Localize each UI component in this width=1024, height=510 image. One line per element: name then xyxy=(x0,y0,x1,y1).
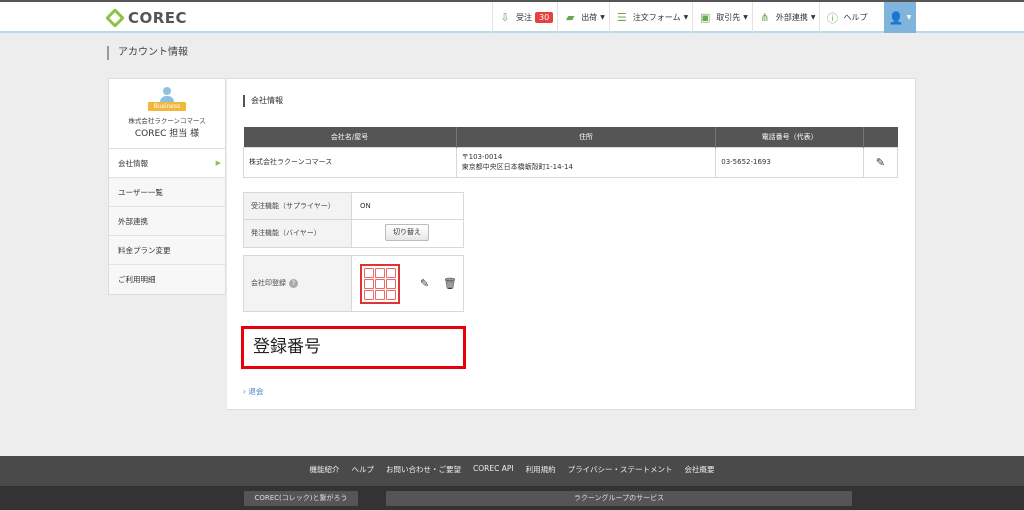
footer-link-terms[interactable]: 利用規約 xyxy=(526,464,556,475)
buyer-value: 切り替え xyxy=(352,220,463,247)
seal-label: 会社印登録? xyxy=(244,256,352,311)
footer-link-company[interactable]: 会社概要 xyxy=(684,464,714,475)
nav-label: 出荷 xyxy=(581,13,598,22)
business-tag: Business xyxy=(147,102,187,111)
sidebar-item-user-list[interactable]: ユーザー一覧 xyxy=(109,178,225,207)
sidebar-item-label: ご利用明細 xyxy=(118,275,156,284)
edit-cell: ✎ xyxy=(863,146,898,178)
nav-label: 取引先 xyxy=(716,13,741,22)
arrow-right-icon: ▶ xyxy=(215,159,221,167)
supplier-status: ON xyxy=(360,202,371,210)
chevron-down-icon: ▼ xyxy=(600,14,605,21)
footer-link-features[interactable]: 機能紹介 xyxy=(310,464,340,475)
footer-link-help[interactable]: ヘルプ xyxy=(352,464,375,475)
function-settings-table: 受注機能（サプライヤー） ON 発注機能（バイヤー） 切り替え xyxy=(243,192,464,248)
footer-link-api[interactable]: COREC API xyxy=(473,464,514,475)
edit-pencil-icon[interactable]: ✎ xyxy=(876,156,885,169)
sidebar-item-label: 料金プラン変更 xyxy=(118,246,171,255)
company-seal-image xyxy=(360,264,400,304)
nav-shipping[interactable]: ▰ 出荷 ▼ xyxy=(557,2,609,33)
withdraw-link[interactable]: › 退会 xyxy=(243,386,263,397)
logo-mark-icon xyxy=(105,8,125,28)
nav-help[interactable]: ⓘ ヘルプ xyxy=(819,2,871,33)
function-row-buyer: 発注機能（バイヤー） 切り替え xyxy=(244,220,463,247)
withdraw-label: 退会 xyxy=(248,387,264,396)
company-seal-table: 会社印登録? ✎ 🗑 xyxy=(243,255,464,312)
seal-area: ✎ 🗑 xyxy=(352,256,463,311)
section-title: 会社情報 xyxy=(243,95,283,107)
company-name-cell: 株式会社ラクーンコマース xyxy=(243,146,457,178)
footer-link-contact[interactable]: お問い合わせ・ご要望 xyxy=(386,464,461,475)
col-header-name: 会社名/屋号 xyxy=(243,127,457,147)
footer-links: 機能紹介 ヘルプ お問い合わせ・ご要望 COREC API 利用規約 プライバシ… xyxy=(0,464,1024,475)
avatar-icon xyxy=(159,87,175,102)
footer-group-services-button[interactable]: ラクーングループのサービス xyxy=(386,491,852,506)
receive-order-icon: ⇩ xyxy=(500,11,510,24)
user-icon: 👤 xyxy=(888,10,904,25)
help-icon: ⓘ xyxy=(826,11,838,25)
nav-external[interactable]: ⋔ 外部連携 ▼ xyxy=(751,2,820,33)
footer-link-privacy[interactable]: プライバシー・ステートメント xyxy=(568,464,673,475)
table-row: 株式会社ラクーンコマース 〒103-0014 東京都中央区日本橋蛎殻町1-14-… xyxy=(243,146,898,178)
chevron-down-icon: ▼ xyxy=(683,14,689,21)
function-label: 受注機能（サプライヤー） xyxy=(244,193,352,219)
order-form-icon: ☰ xyxy=(616,11,627,24)
address-text: 東京都中央区日本橋蛎殻町1-14-14 xyxy=(461,163,573,171)
chevron-right-icon: › xyxy=(243,387,246,396)
col-header-address: 住所 xyxy=(456,127,717,147)
sidebar-item-plan-change[interactable]: 料金プラン変更 xyxy=(109,236,225,265)
switch-button[interactable]: 切り替え xyxy=(385,224,429,241)
global-nav: ⇩ 受注 30 ▰ 出荷 ▼ ☰ 注文フォーム ▼ ▣ 取引先 ▼ ⋔ 外部連携… xyxy=(492,2,871,33)
order-count-badge: 30 xyxy=(535,12,554,23)
nav-label: 外部連携 xyxy=(775,13,808,22)
col-header-edit xyxy=(863,127,898,147)
chevron-down-icon: ▼ xyxy=(743,14,748,21)
network-icon: ⋔ xyxy=(760,11,770,24)
user-menu-button[interactable]: 👤 ▼ xyxy=(884,2,916,33)
col-header-phone: 電話番号（代表） xyxy=(715,127,865,147)
sidebar-item-company-info[interactable]: 会社情報 ▶ xyxy=(109,149,225,178)
function-row-supplier: 受注機能（サプライヤー） ON xyxy=(244,193,463,220)
logo-text: COREC xyxy=(128,9,188,27)
footer-connect-button[interactable]: COREC(コレック)と繋がろう xyxy=(244,491,358,506)
nav-label: ヘルプ xyxy=(843,13,868,22)
sidebar-item-external[interactable]: 外部連携 xyxy=(109,207,225,236)
sidebar-item-label: 会社情報 xyxy=(118,159,148,168)
company-table: 会社名/屋号 住所 電話番号（代表） 株式会社ラクーンコマース 〒103-001… xyxy=(243,127,898,178)
chevron-down-icon: ▼ xyxy=(810,14,816,21)
chevron-down-icon: ▼ xyxy=(906,14,912,21)
phone-cell: 03-5652-1693 xyxy=(715,146,865,178)
corec-logo[interactable]: COREC xyxy=(105,8,188,28)
page-title: アカウント情報 xyxy=(107,46,188,60)
profile-card: Business 株式会社ラクーンコマース COREC 担当 様 xyxy=(109,79,225,149)
table-header-row: 会社名/屋号 住所 電話番号（代表） xyxy=(243,127,898,147)
profile-user-name: COREC 担当 様 xyxy=(134,129,200,139)
sidebar-item-usage[interactable]: ご利用明細 xyxy=(109,265,225,294)
sidebar-item-label: 外部連携 xyxy=(118,217,148,226)
account-sidebar: Business 株式会社ラクーンコマース COREC 担当 様 会社情報 ▶ … xyxy=(108,78,226,295)
registration-number-box: 登録番号 xyxy=(241,326,466,369)
help-question-icon[interactable]: ? xyxy=(289,278,298,288)
main-panel: 会社情報 会社名/屋号 住所 電話番号（代表） 株式会社ラクーンコマース 〒10… xyxy=(227,78,916,410)
profile-company: 株式会社ラクーンコマース xyxy=(128,117,206,125)
edit-pencil-icon[interactable]: ✎ xyxy=(420,277,429,290)
nav-label: 受注 xyxy=(516,13,532,22)
truck-icon: ▰ xyxy=(565,11,575,24)
nav-label: 注文フォーム xyxy=(632,13,681,22)
sidebar-item-label: ユーザー一覧 xyxy=(118,188,163,197)
nav-receive-orders[interactable]: ⇩ 受注 30 xyxy=(492,2,557,33)
trash-icon[interactable]: 🗑 xyxy=(443,277,457,290)
function-label: 発注機能（バイヤー） xyxy=(244,220,352,247)
footer: 機能紹介 ヘルプ お問い合わせ・ご要望 COREC API 利用規約 プライバシ… xyxy=(0,456,1024,510)
business-card-icon: ▣ xyxy=(700,11,711,24)
footer-bar: COREC(コレック)と繋がろう ラクーングループのサービス xyxy=(0,486,1024,510)
zip-code: 〒103-0014 xyxy=(461,153,503,161)
nav-order-form[interactable]: ☰ 注文フォーム ▼ xyxy=(608,2,692,33)
nav-clients[interactable]: ▣ 取引先 ▼ xyxy=(692,2,752,33)
seal-label-text: 会社印登録 xyxy=(251,279,286,287)
address-cell: 〒103-0014 東京都中央区日本橋蛎殻町1-14-14 xyxy=(455,146,717,178)
header: COREC ⇩ 受注 30 ▰ 出荷 ▼ ☰ 注文フォーム ▼ ▣ 取引先 ▼ … xyxy=(0,2,1024,33)
